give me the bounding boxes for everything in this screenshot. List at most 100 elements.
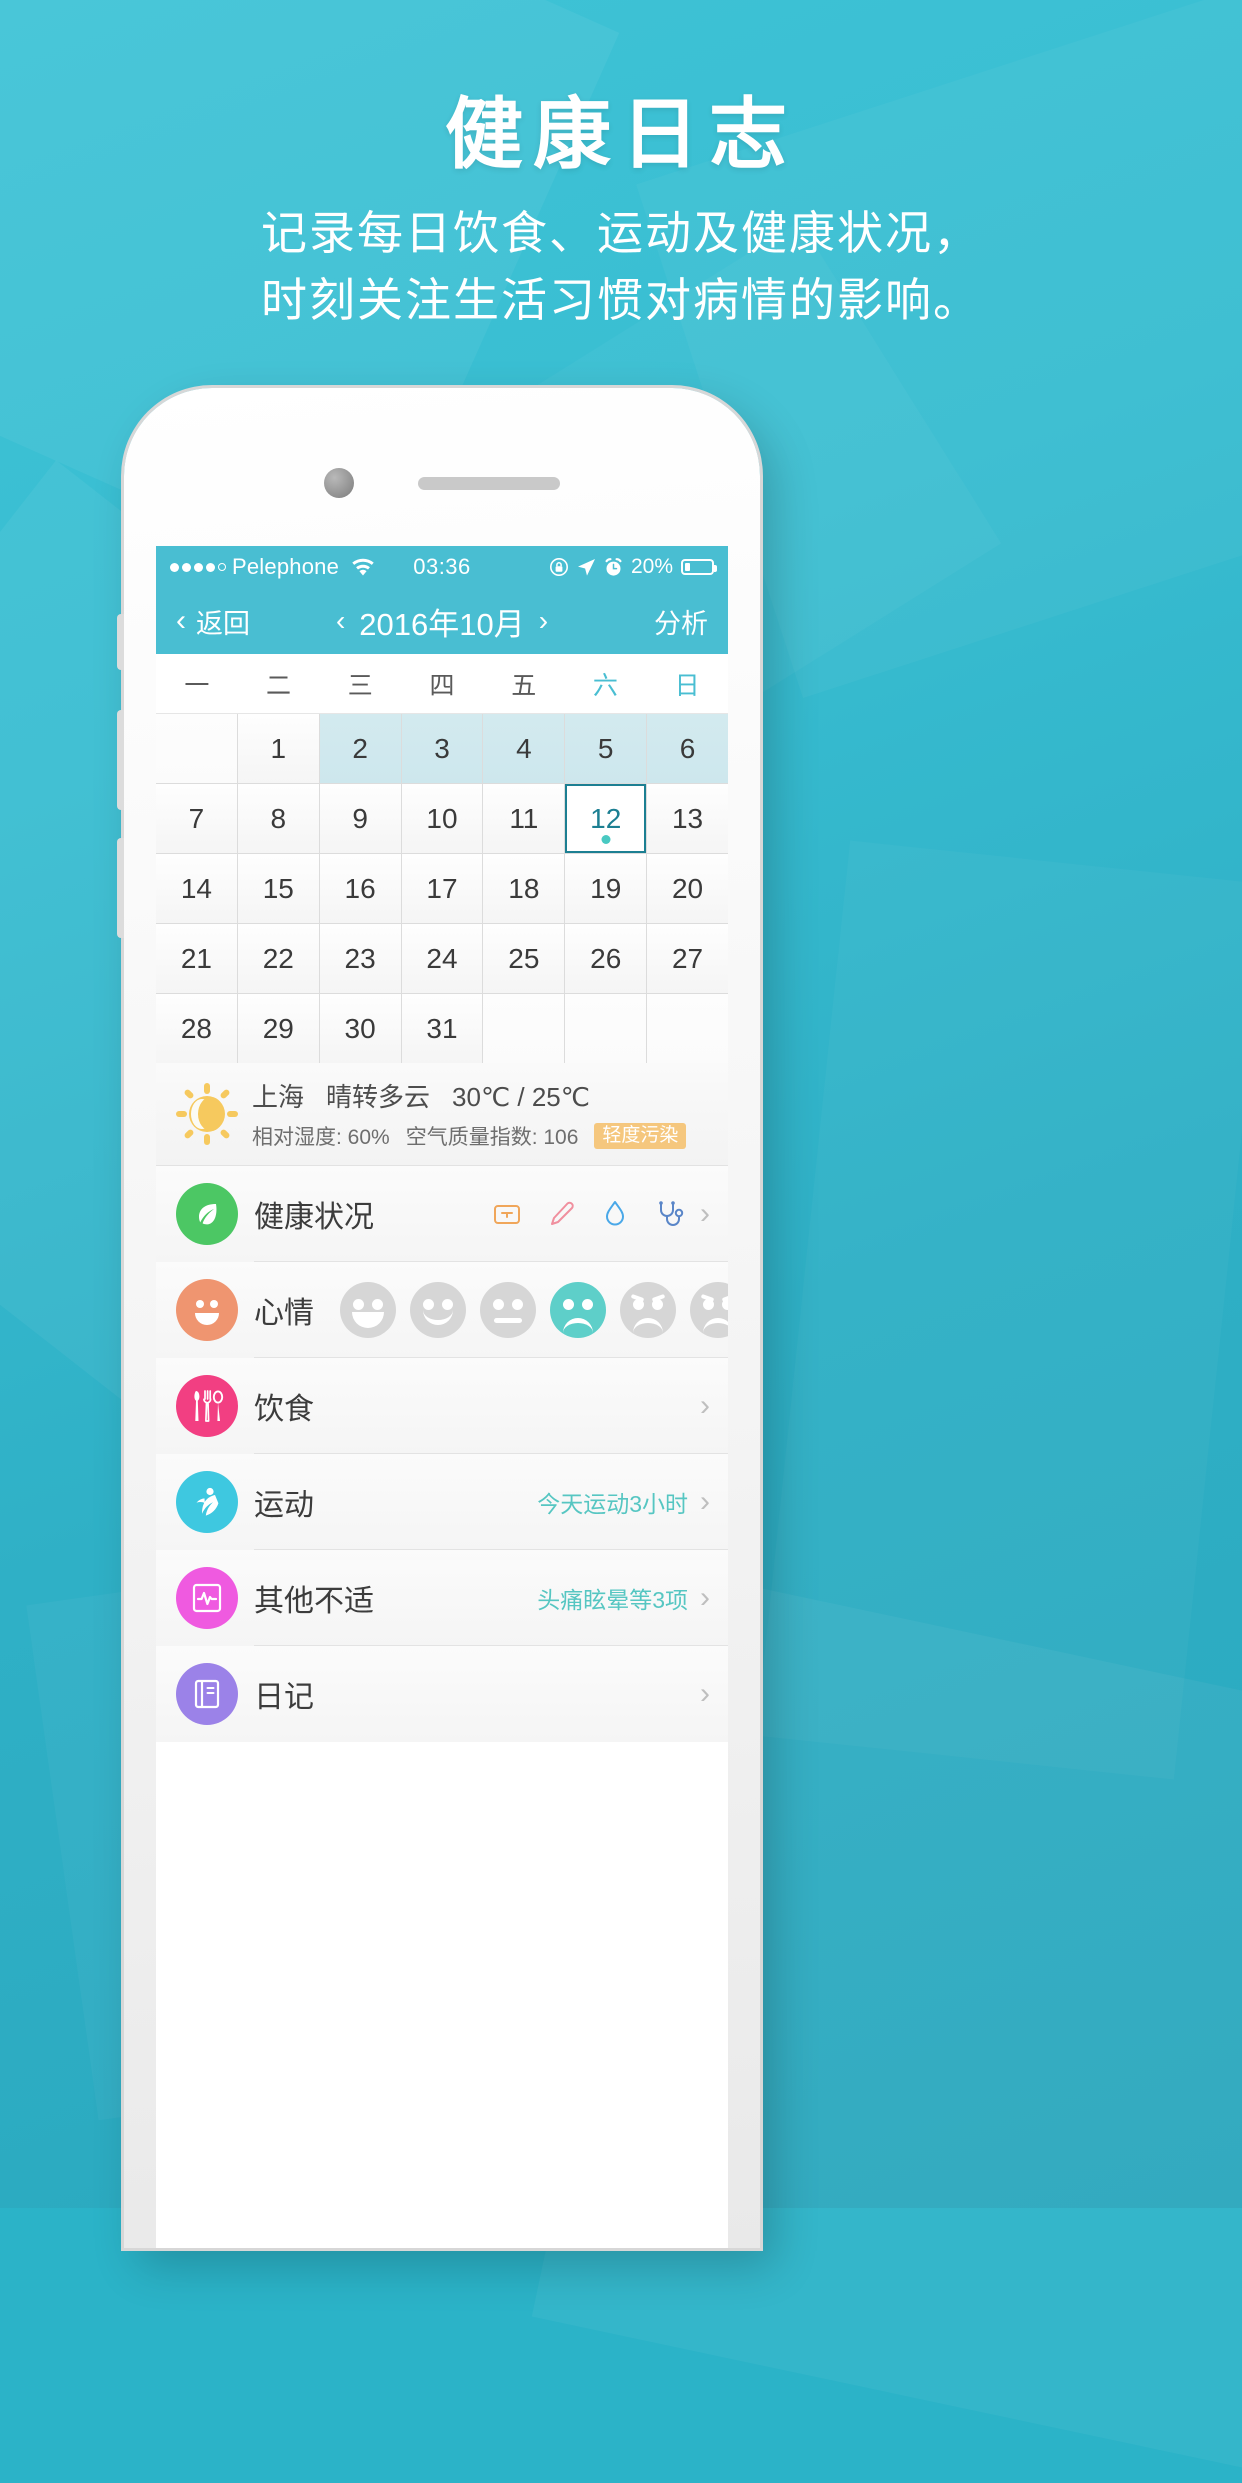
calendar-day-4[interactable]: 4 [483, 714, 565, 783]
log-row-value: 今天运动3小时 [537, 1490, 688, 1517]
calendar-day-label: 15 [262, 872, 294, 904]
log-row-label: 健康状况 [254, 1200, 374, 1234]
calendar-grid[interactable]: 1 2 3 4 5 6 7 8 9 10 11 12 13 14 15 16 17 18 19 20 21 22 23 24 2… [156, 714, 728, 1063]
mood-smile-icon[interactable] [410, 1281, 466, 1338]
calendar-day-27[interactable]: 27 [647, 924, 728, 993]
weekday-0: 一 [184, 671, 210, 700]
calendar-day-empty [156, 714, 237, 783]
log-row-label: 饮食 [254, 1392, 314, 1426]
health-metric-icons[interactable] [490, 1197, 686, 1231]
location-arrow-icon [577, 558, 596, 577]
log-row-diary[interactable]: 日记 › [156, 1646, 728, 1742]
calendar-day-label: 14 [180, 872, 212, 904]
calendar-day-16[interactable]: 16 [319, 854, 401, 923]
calendar-day-1[interactable]: 1 [237, 714, 319, 783]
phone-button-silent [117, 614, 124, 670]
calendar-day-label: 22 [262, 942, 294, 974]
calendar-day-15[interactable]: 15 [237, 854, 319, 923]
log-row-exercise[interactable]: 运动 今天运动3小时 › [156, 1454, 728, 1550]
calendar-day-label: 12 [590, 802, 622, 834]
calendar-day-20[interactable]: 20 [647, 854, 728, 923]
calendar-day-label: 26 [590, 942, 622, 974]
calendar-day-label: 2 [352, 732, 368, 764]
calendar-day-9[interactable]: 9 [319, 784, 401, 853]
calendar-day-28[interactable]: 28 [156, 994, 237, 1063]
weather-aqi: 空气质量指数: 106 [405, 1126, 579, 1149]
mood-selector[interactable] [340, 1281, 728, 1338]
weekday-3: 四 [429, 671, 455, 700]
weather-secondary-line: 相对湿度: 60% 空气质量指数: 106 轻度污染 [252, 1121, 728, 1151]
calendar-day-23[interactable]: 23 [319, 924, 401, 993]
weather-primary-line: 上海 晴转多云 30℃ / 25℃ [252, 1077, 728, 1114]
back-button[interactable]: ‹ 返回 [176, 602, 250, 641]
log-row-body: 其他不适 头痛眩晕等3项 › [254, 1550, 728, 1646]
analysis-button[interactable]: 分析 [654, 602, 708, 641]
status-bar: Pelephone 03:36 20% [156, 546, 728, 588]
daily-log-list: 上海 晴转多云 30℃ / 25℃ 相对湿度: 60% 空气质量指数: 106 … [156, 1063, 728, 1742]
mood-sad-icon[interactable] [550, 1281, 606, 1338]
log-rows: 健康状况 › 心情 饮食 › 运动 今天运动3小时 › 其他不适 头痛眩晕等3项 › 日记 › [156, 1166, 728, 1742]
calendar-day-label: 3 [434, 732, 450, 764]
mood-upset-icon[interactable] [620, 1281, 676, 1338]
calendar-day-3[interactable]: 3 [401, 714, 483, 783]
calendar-day-label: 1 [270, 732, 287, 764]
log-row-mood[interactable]: 心情 [156, 1262, 728, 1358]
log-row-discomfort[interactable]: 其他不适 头痛眩晕等3项 › [156, 1550, 728, 1646]
calendar-day-26[interactable]: 26 [565, 924, 647, 993]
cutlery-icon [176, 1375, 238, 1437]
scale-icon[interactable] [490, 1197, 524, 1231]
calendar-day-8[interactable]: 8 [237, 784, 319, 853]
calendar-day-label: 4 [516, 732, 532, 764]
prev-month-button[interactable]: ‹ [336, 605, 345, 637]
smiley-icon [176, 1279, 238, 1341]
calendar-day-19[interactable]: 19 [565, 854, 647, 923]
blood-drop-icon[interactable] [598, 1197, 632, 1231]
promo-subtitle-line2: 时刻关注生活习惯对病情的影响。 [261, 274, 981, 327]
weather-row[interactable]: 上海 晴转多云 30℃ / 25℃ 相对湿度: 60% 空气质量指数: 106 … [156, 1063, 728, 1166]
log-row-body: 饮食 › [254, 1358, 728, 1454]
chevron-right-icon: › [700, 1677, 710, 1710]
calendar-day-29[interactable]: 29 [237, 994, 319, 1063]
calendar-day-label: 28 [180, 1012, 212, 1044]
calendar-day-12[interactable]: 12 [565, 784, 647, 853]
calendar-day-label: 30 [344, 1012, 376, 1044]
calendar-day-18[interactable]: 18 [483, 854, 565, 923]
calendar-day-31[interactable]: 31 [401, 994, 483, 1063]
calendar-day-30[interactable]: 30 [319, 994, 401, 1063]
earpiece-speaker [418, 476, 560, 490]
chevron-right-icon: › [700, 1580, 710, 1614]
signal-strength-icon [170, 562, 226, 572]
stethoscope-icon[interactable] [652, 1197, 686, 1231]
thermometer-icon[interactable] [544, 1197, 578, 1231]
calendar-day-25[interactable]: 25 [483, 924, 565, 993]
mood-cry-icon[interactable] [690, 1281, 728, 1338]
calendar-day-label: 9 [352, 802, 368, 834]
calendar-day-22[interactable]: 22 [237, 924, 319, 993]
battery-percent-label: 20% [630, 555, 673, 578]
calendar-day-label: 11 [509, 802, 539, 834]
calendar-day-7[interactable]: 7 [156, 784, 237, 853]
log-row-health[interactable]: 健康状况 › [156, 1166, 728, 1262]
wifi-icon [350, 558, 376, 577]
calendar-day-14[interactable]: 14 [156, 854, 237, 923]
calendar-day-5[interactable]: 5 [565, 714, 647, 783]
chevron-right-icon: › [700, 1484, 710, 1518]
calendar-day-2[interactable]: 2 [319, 714, 401, 783]
calendar-day-13[interactable]: 13 [647, 784, 728, 853]
log-row-diet[interactable]: 饮食 › [156, 1358, 728, 1454]
back-button-label: 返回 [196, 608, 250, 639]
calendar-day-label: 6 [679, 732, 696, 764]
calendar-day-21[interactable]: 21 [156, 924, 237, 993]
calendar-day-label: 29 [262, 1012, 294, 1044]
log-row-body: 日记 › [254, 1646, 728, 1742]
next-month-button[interactable]: › [539, 605, 548, 637]
mood-laugh-icon[interactable] [340, 1281, 396, 1338]
calendar-day-24[interactable]: 24 [401, 924, 483, 993]
runner-icon [176, 1471, 238, 1533]
calendar-day-17[interactable]: 17 [401, 854, 483, 923]
calendar-day-marker [601, 835, 611, 844]
calendar-day-6[interactable]: 6 [647, 714, 728, 783]
calendar-day-10[interactable]: 10 [401, 784, 483, 853]
calendar-day-11[interactable]: 11 [483, 784, 565, 853]
mood-neutral-icon[interactable] [480, 1281, 536, 1338]
